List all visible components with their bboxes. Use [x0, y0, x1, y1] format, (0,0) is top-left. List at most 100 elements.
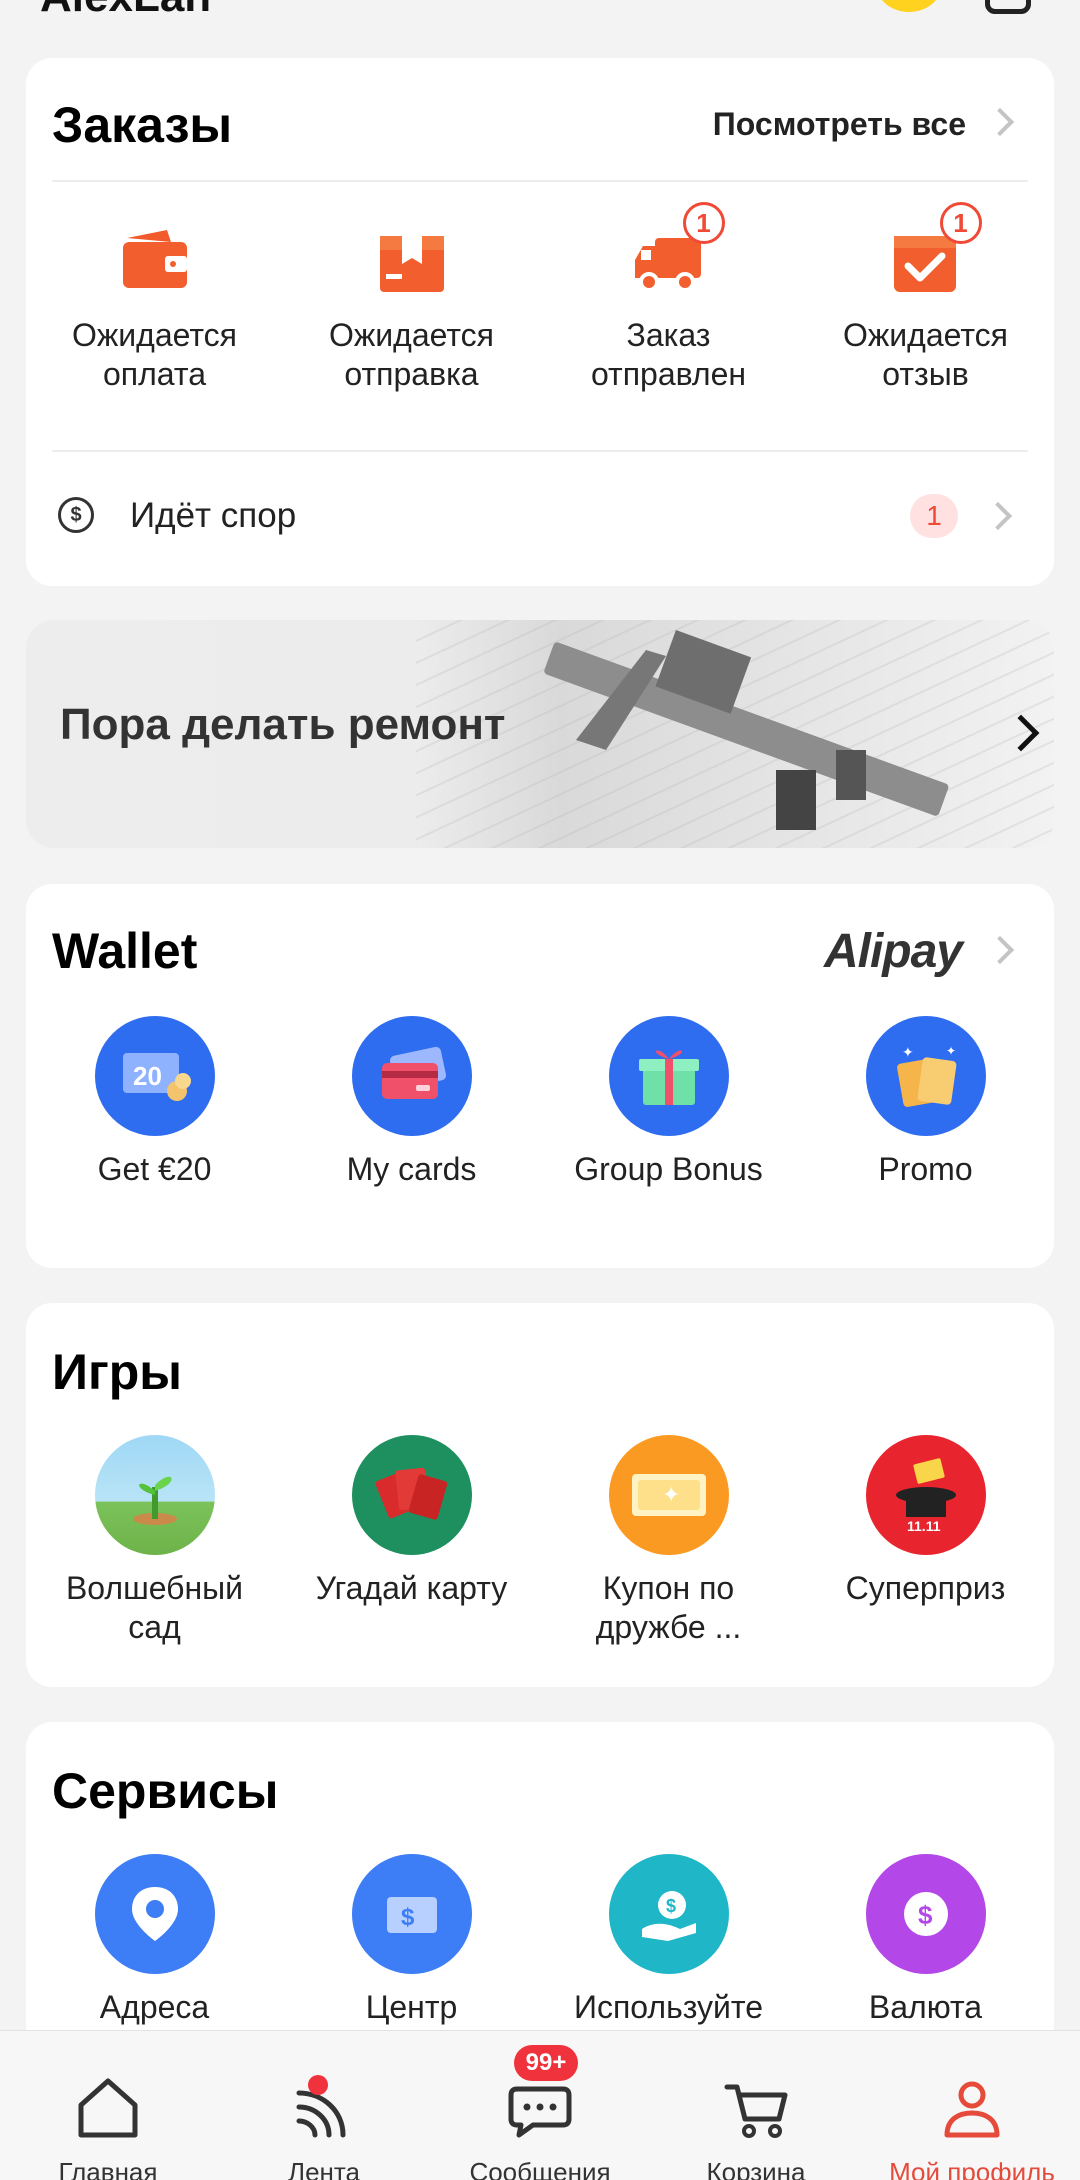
game-friend-coupon[interactable]: ✦ Купон по дружбе ... [540, 1435, 797, 1647]
nav-label: Мой профиль [889, 2157, 1055, 2180]
order-label-line1: Ожидается [72, 317, 237, 353]
cashback-icon: $ [608, 1854, 729, 1974]
wallet-label: Get €20 [97, 1151, 212, 1187]
nav-cart[interactable]: Корзина [648, 2031, 864, 2180]
nav-messages[interactable]: 99+ Сообщения [432, 2031, 648, 2180]
order-label-line1: Заказ [626, 317, 711, 353]
package-icon [372, 222, 452, 302]
game-label-line1: Суперприз [845, 1570, 1006, 1606]
dispute-count-badge: 1 [910, 494, 958, 538]
game-label-line2: сад [128, 1609, 181, 1645]
svg-text:$: $ [401, 1904, 415, 1931]
alipay-logo[interactable]: Alipay [824, 924, 963, 979]
service-addresses[interactable]: Адреса [26, 1854, 283, 2027]
nav-feed[interactable]: Лента [216, 2031, 432, 2180]
profile-icon [937, 2073, 1007, 2143]
game-label-line1: Купон по [602, 1570, 735, 1606]
view-all-orders-link[interactable]: Посмотреть все [713, 106, 966, 143]
service-center[interactable]: $ Центр [283, 1854, 540, 2027]
promo-icon: ✦ ✦ [865, 1016, 986, 1136]
wallet-group-bonus[interactable]: Group Bonus [540, 1016, 797, 1189]
order-status-awaiting-shipment[interactable]: Ожидается отправка [283, 182, 540, 394]
caliper-image [416, 620, 1054, 848]
banner-text: Пора делать ремонт [60, 700, 506, 749]
service-label: Центр [365, 1989, 458, 2025]
messages-icon [505, 2073, 575, 2143]
svg-text:$: $ [666, 1896, 676, 1916]
games-card: Игры Волшебный сад Угадай карту ✦ Купон … [26, 1303, 1054, 1687]
order-label-line1: Ожидается [329, 317, 494, 353]
promo-banner[interactable]: Пора делать ремонт [26, 620, 1054, 848]
games-row: Волшебный сад Угадай карту ✦ Купон по др… [26, 1435, 1054, 1647]
svg-text:✦: ✦ [662, 1482, 680, 1507]
service-use[interactable]: $ Используйте [540, 1854, 797, 2027]
cards-game-icon [351, 1435, 472, 1555]
currency-icon: $ [865, 1854, 986, 1974]
wallet-promo[interactable]: ✦ ✦ Promo [797, 1016, 1054, 1189]
dispute-row[interactable]: $ Идёт спор 1 [26, 450, 1054, 580]
orders-title: Заказы [52, 97, 233, 153]
wallet-icon [115, 222, 195, 302]
game-label-line2: дружбе ... [595, 1609, 742, 1645]
coin-icon[interactable] [877, 0, 941, 12]
ticket-icon: $ [351, 1854, 472, 1974]
service-label: Валюта [868, 1989, 983, 2025]
nav-label: Лента [288, 2157, 360, 2180]
dispute-label: Идёт спор [130, 496, 297, 535]
messages-badge: 99+ [514, 2045, 578, 2081]
voucher-icon: 20 [94, 1016, 215, 1136]
shipped-badge: 1 [682, 202, 725, 244]
order-label-line2: оплата [103, 356, 206, 392]
nav-label: Главная [58, 2157, 158, 2180]
orders-card: Заказы Посмотреть все Ожидается оплата О… [26, 58, 1054, 586]
order-status-awaiting-review[interactable]: 1 Ожидается отзыв [797, 182, 1054, 394]
wallet-get-20[interactable]: 20 Get €20 [26, 1016, 283, 1189]
order-label-line1: Ожидается [843, 317, 1008, 353]
game-superprize[interactable]: 11.11 Суперприз [797, 1435, 1054, 1647]
cards-icon [351, 1016, 472, 1136]
svg-text:20: 20 [133, 1061, 162, 1091]
service-label: Используйте [573, 1989, 764, 2025]
order-label-line2: отправлен [590, 356, 747, 392]
bottom-nav: Главная Лента 99+ Сообщения Корзина Мой … [0, 2030, 1080, 2180]
wallet-my-cards[interactable]: My cards [283, 1016, 540, 1189]
service-currency[interactable]: $ Валюта [797, 1854, 1054, 2027]
wallet-row: 20 Get €20 My cards Group Bonus ✦ ✦ Prom… [26, 1016, 1054, 1189]
game-label-line1: Волшебный [65, 1570, 244, 1606]
chevron-right-icon[interactable] [985, 935, 1015, 965]
sprout-icon [94, 1435, 215, 1555]
nav-label: Сообщения [469, 2157, 611, 2180]
game-magic-garden[interactable]: Волшебный сад [26, 1435, 283, 1647]
svg-text:✦: ✦ [902, 1044, 914, 1060]
svg-text:$: $ [918, 1900, 933, 1930]
game-label-line1: Угадай карту [315, 1570, 508, 1606]
nav-label: Корзина [706, 2157, 806, 2180]
order-status-shipped[interactable]: 1 Заказ отправлен [540, 182, 797, 394]
feed-notification-dot [308, 2075, 328, 2095]
review-badge: 1 [939, 202, 982, 244]
order-status-row: Ожидается оплата Ожидается отправка 1 За… [26, 182, 1054, 394]
game-guess-card[interactable]: Угадай карту [283, 1435, 540, 1647]
wallet-label: Promo [878, 1151, 973, 1187]
settings-icon[interactable] [985, 0, 1031, 14]
svg-text:✦: ✦ [946, 1044, 956, 1058]
magic-hat-icon: 11.11 [865, 1435, 986, 1555]
nav-profile[interactable]: Мой профиль [864, 2031, 1080, 2180]
truck-icon: 1 [629, 202, 725, 302]
wallet-label: Group Bonus [574, 1151, 763, 1187]
dispute-dollar-icon: $ [58, 497, 94, 533]
services-title: Сервисы [52, 1763, 279, 1819]
order-label-line2: отправка [344, 356, 479, 392]
user-name: AlexLan [40, 0, 211, 22]
svg-text:11.11: 11.11 [907, 1518, 941, 1534]
nav-home[interactable]: Главная [0, 2031, 216, 2180]
service-label: Адреса [99, 1989, 210, 2025]
wallet-label: My cards [346, 1151, 477, 1187]
order-status-awaiting-payment[interactable]: Ожидается оплата [26, 182, 283, 394]
coupon-icon: ✦ [608, 1435, 729, 1555]
chevron-right-icon[interactable] [985, 107, 1015, 137]
top-strip: AlexLan [0, 0, 1080, 40]
home-icon [73, 2073, 143, 2143]
wallet-card: Wallet Alipay 20 Get €20 My cards Group … [26, 884, 1054, 1268]
cart-icon [721, 2073, 791, 2143]
